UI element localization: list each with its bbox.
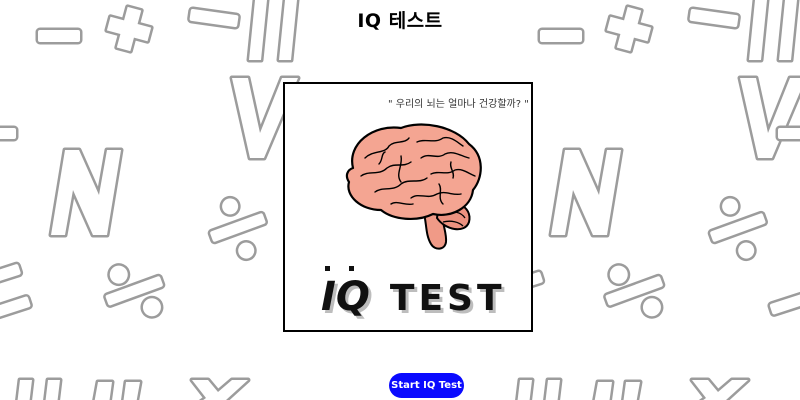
letter-n-icon bbox=[548, 147, 624, 238]
letter-u-icon bbox=[592, 379, 643, 400]
letter-bars-icon bbox=[515, 377, 563, 400]
letter-bars-icon bbox=[15, 377, 63, 400]
minus-symbol-icon bbox=[0, 294, 33, 321]
brain-icon bbox=[345, 123, 482, 250]
letter-n-icon bbox=[48, 147, 124, 238]
divide-symbol-icon bbox=[207, 195, 268, 262]
tagline: " 우리의 뇌는 얼마나 건강할까? " bbox=[388, 99, 529, 110]
letter-u-icon bbox=[92, 379, 143, 400]
logo-iq-text: IQ bbox=[321, 266, 370, 320]
minus-symbol-icon bbox=[767, 290, 800, 317]
minus-symbol-icon bbox=[775, 125, 800, 142]
letter-x-icon bbox=[689, 377, 751, 400]
iq-test-cover-card: " 우리의 뇌는 얼마나 건강할까? " IQ TEST bbox=[283, 82, 533, 332]
iq-test-logo: IQ TEST bbox=[321, 266, 511, 320]
minus-symbol-icon bbox=[0, 261, 24, 286]
percent-symbol-icon bbox=[103, 263, 166, 319]
minus-symbol-icon bbox=[0, 125, 19, 142]
letter-x-icon bbox=[189, 377, 251, 400]
start-iq-test-button[interactable]: Start IQ Test bbox=[389, 373, 464, 398]
logo-iq-label: IQ bbox=[321, 274, 370, 320]
logo-test-text: TEST bbox=[389, 278, 506, 319]
divide-symbol-icon bbox=[707, 195, 768, 262]
dot-mark bbox=[349, 266, 354, 271]
page-title: IQ 테스트 bbox=[357, 10, 443, 32]
dot-mark bbox=[325, 266, 330, 271]
letter-v-icon bbox=[737, 75, 800, 161]
percent-symbol-icon bbox=[603, 263, 666, 319]
